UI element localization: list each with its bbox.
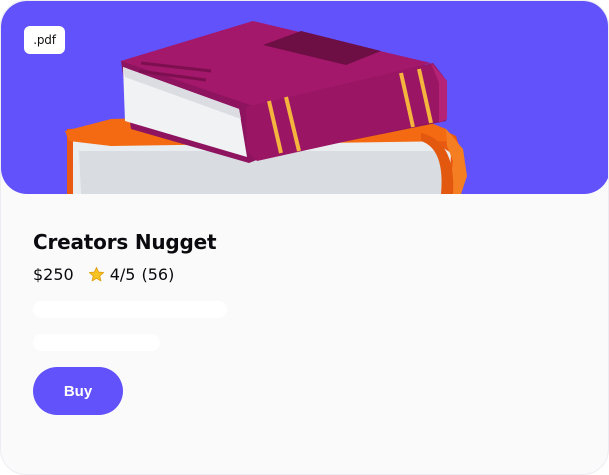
- loading-placeholder-line: [33, 301, 227, 318]
- review-count: (56): [141, 264, 175, 284]
- product-title: Creators Nugget: [33, 230, 217, 254]
- product-rating: 4/5: [109, 264, 136, 284]
- format-badge: .pdf: [24, 26, 65, 54]
- product-meta: $250 4/5 (56): [33, 263, 174, 285]
- star-icon: [88, 266, 104, 281]
- books-stack-illustration: [65, 21, 467, 194]
- buy-button[interactable]: Buy: [33, 367, 123, 415]
- product-card[interactable]: .pdf Creators Nugget $250 4/5 (56) Buy: [0, 0, 609, 475]
- product-price: $250: [33, 264, 74, 284]
- loading-placeholder-line: [33, 334, 160, 351]
- product-cover: .pdf: [1, 1, 608, 194]
